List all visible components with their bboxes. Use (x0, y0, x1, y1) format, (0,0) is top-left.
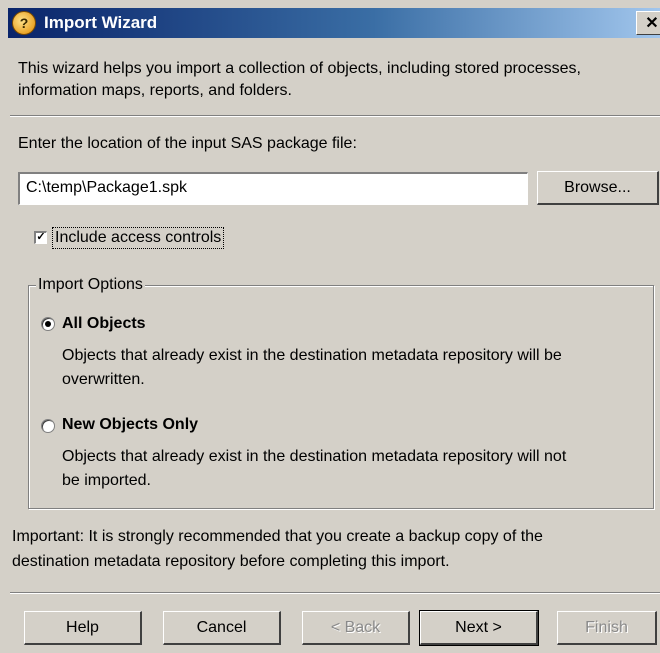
help-button[interactable]: Help (24, 611, 142, 645)
finish-button[interactable]: Finish (557, 611, 657, 645)
title-bar: ? Import Wizard ✕ (8, 8, 660, 38)
back-button[interactable]: < Back (302, 611, 410, 645)
import-options-legend: Import Options (36, 275, 145, 295)
include-access-controls-label[interactable]: Include access controls (52, 227, 225, 249)
new-objects-only-description-line2: be imported. (62, 472, 151, 489)
intro-text-line2: information maps, reports, and folders. (18, 82, 292, 99)
intro-text-line1: This wizard helps you import a collectio… (18, 60, 581, 77)
cancel-button[interactable]: Cancel (163, 611, 281, 645)
all-objects-label[interactable]: All Objects (62, 313, 146, 335)
location-label: Enter the location of the input SAS pack… (18, 135, 357, 152)
all-objects-description-line2: overwritten. (62, 371, 145, 388)
next-button[interactable]: Next > (419, 610, 539, 646)
check-icon: ✓ (36, 231, 46, 243)
import-wizard-icon: ? (12, 11, 36, 35)
all-objects-radio[interactable] (41, 317, 55, 331)
include-access-controls-checkbox[interactable]: ✓ (34, 231, 47, 244)
new-objects-only-label[interactable]: New Objects Only (62, 414, 198, 436)
close-button[interactable]: ✕ (636, 11, 660, 35)
important-note-line1: Important: It is strongly recommended th… (12, 528, 543, 545)
browse-button[interactable]: Browse... (537, 171, 659, 205)
close-icon: ✕ (645, 15, 659, 32)
footer-separator (10, 592, 660, 594)
important-note-line2: destination metadata repository before c… (12, 553, 450, 570)
new-objects-only-description-line1: Objects that already exist in the destin… (62, 448, 567, 465)
radio-selected-icon (45, 321, 51, 327)
new-objects-only-radio[interactable] (41, 419, 55, 433)
separator (10, 115, 660, 117)
package-path-input[interactable]: C:\temp\Package1.spk (18, 172, 528, 205)
all-objects-description-line1: Objects that already exist in the destin… (62, 347, 562, 364)
window-title: Import Wizard (44, 13, 158, 32)
